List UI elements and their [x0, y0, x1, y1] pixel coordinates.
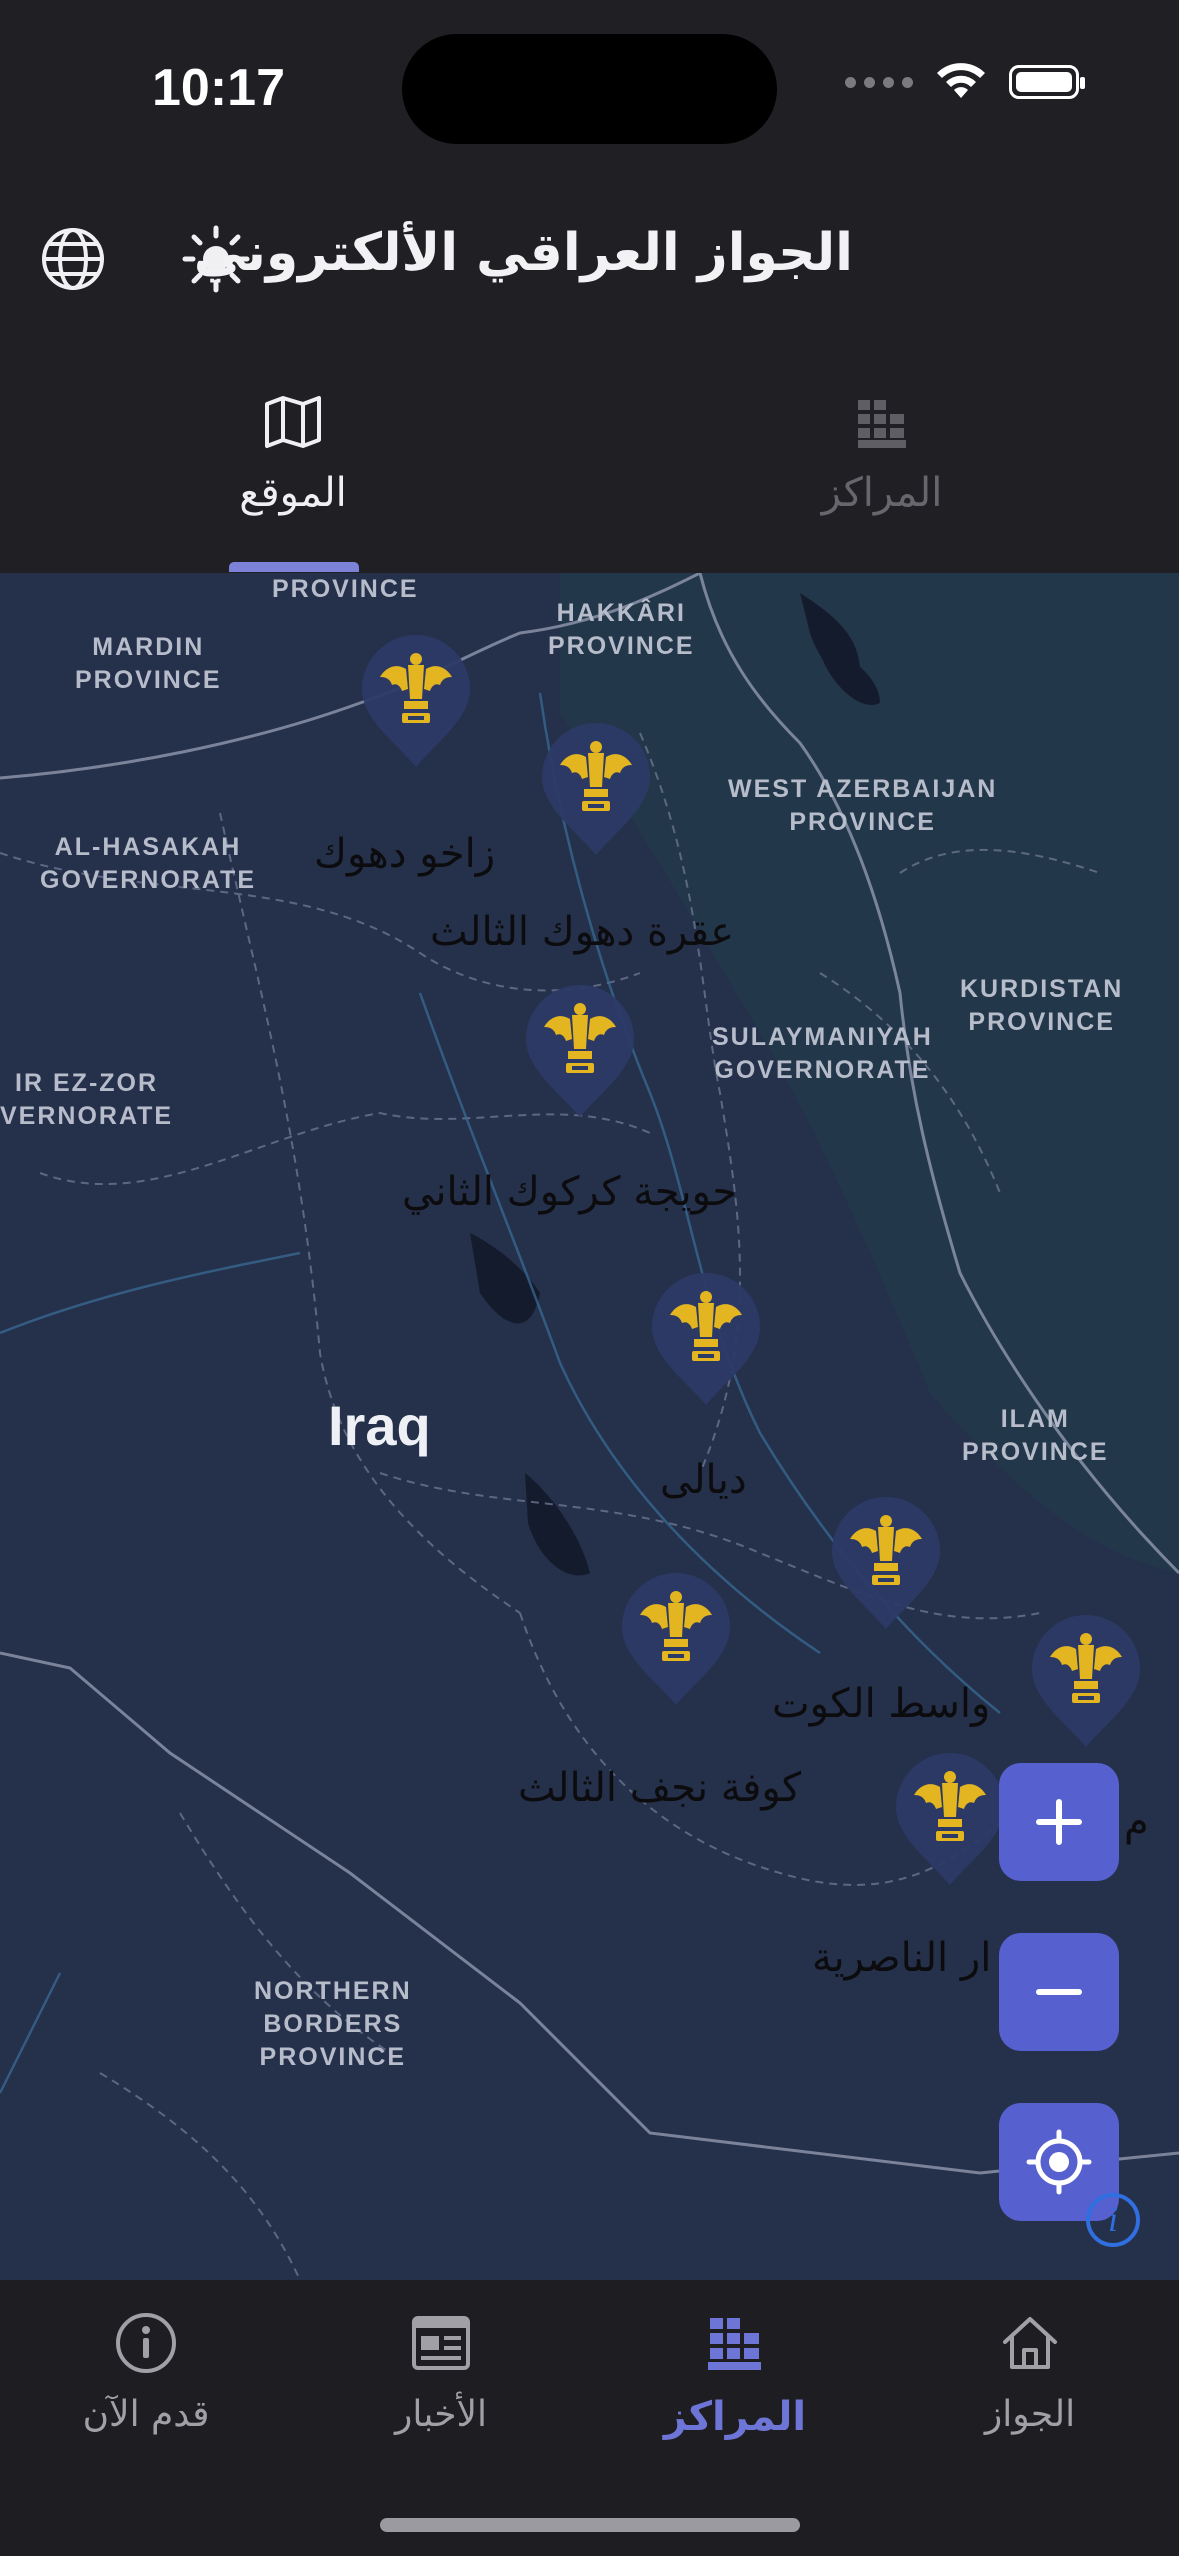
nav-centers[interactable]: المراكز	[605, 2310, 865, 2440]
region-label: KURDISTAN PROVINCE	[960, 975, 1124, 1036]
status-time: 10:17	[152, 59, 285, 117]
battery-icon	[1009, 65, 1085, 99]
status-icons	[845, 62, 1085, 102]
nav-passport[interactable]: الجواز	[900, 2310, 1160, 2435]
minus-icon	[1036, 1989, 1082, 1995]
region-label: NORTHERN BORDERS PROVINCE	[254, 1977, 412, 2071]
nav-news[interactable]: الأخبار	[311, 2310, 571, 2435]
eagle-emblem-icon	[526, 985, 634, 1117]
map-view[interactable]: PROVINCE MARDIN PROVINCE HAKKÂRI PROVINC…	[0, 573, 1179, 2280]
cellular-signal-icon	[845, 76, 913, 88]
info-icon	[116, 2313, 176, 2373]
eagle-emblem-icon	[652, 1273, 760, 1405]
center-label: عقرة دهوك الثالث	[430, 909, 735, 955]
home-indicator	[380, 2518, 800, 2532]
center-label: م	[1124, 1799, 1149, 1845]
center-label: ار الناصرية	[812, 1935, 992, 1981]
wifi-icon	[937, 63, 985, 98]
eagle-emblem-icon	[1032, 1615, 1140, 1747]
globe-icon[interactable]	[38, 224, 108, 294]
attribution-info-icon[interactable]: i	[1086, 2193, 1140, 2247]
region-label: PROVINCE	[272, 575, 419, 603]
bottom-navigation: قدم الآن الأخبار المراكز الجواز	[0, 2280, 1179, 2556]
building-icon	[858, 400, 906, 448]
center-label: كوفة نجف الثالث	[518, 1765, 802, 1811]
nav-label: الجواز	[984, 2394, 1076, 2435]
center-pin[interactable]	[826, 1495, 946, 1635]
region-label: HAKKÂRI PROVINCE	[548, 599, 695, 660]
eagle-emblem-icon	[542, 723, 650, 855]
building-icon	[708, 2318, 761, 2370]
center-pin[interactable]	[536, 721, 656, 861]
nav-apply-now[interactable]: قدم الآن	[16, 2310, 276, 2435]
nav-label: المراكز	[663, 2394, 807, 2440]
center-pin[interactable]	[1026, 1613, 1146, 1753]
center-label: حويجة كركوك الثاني	[402, 1169, 738, 1215]
region-label: MARDIN PROVINCE	[75, 633, 222, 694]
map-icon	[265, 396, 321, 448]
tab-indicator	[229, 562, 359, 572]
region-label: WEST AZERBAIJAN PROVINCE	[728, 775, 998, 836]
tab-label: المراكز	[821, 470, 943, 516]
nav-label: قدم الآن	[82, 2394, 210, 2435]
center-pin[interactable]	[890, 1751, 1010, 1891]
center-pin[interactable]	[356, 633, 476, 773]
home-icon	[1003, 2317, 1057, 2369]
eagle-emblem-icon	[896, 1753, 1004, 1885]
tab-centers[interactable]: المراكز	[732, 390, 1032, 516]
center-label: واسط الكوت	[772, 1681, 991, 1727]
region-label: ILAM PROVINCE	[962, 1405, 1109, 1466]
plus-icon	[1036, 1799, 1082, 1845]
zoom-out-button[interactable]	[999, 1933, 1119, 2051]
newspaper-icon	[412, 2316, 470, 2370]
tab-location[interactable]: الموقع	[143, 390, 443, 516]
region-label: AL-HASAKAH GOVERNORATE	[40, 833, 256, 894]
locate-icon	[1026, 2129, 1092, 2195]
eagle-emblem-icon	[832, 1497, 940, 1629]
region-label: SULAYMANIYAH GOVERNORATE	[712, 1023, 933, 1084]
eagle-emblem-icon	[362, 635, 470, 767]
tab-label: الموقع	[239, 470, 347, 516]
center-pin[interactable]	[646, 1271, 766, 1411]
country-label: Iraq	[328, 1394, 431, 1457]
center-label: ديالى	[660, 1457, 747, 1503]
center-pin[interactable]	[520, 983, 640, 1123]
center-label: زاخو دهوك	[314, 831, 496, 877]
nav-label: الأخبار	[394, 2394, 487, 2435]
region-label: IR EZ-ZOR VERNORATE	[0, 1069, 174, 1130]
app-title: الجواز العراقي الألكتروني	[193, 223, 853, 283]
zoom-in-button[interactable]	[999, 1763, 1119, 1881]
top-app-bar: 10:17 الجواز العراقي الألكتروني الموقع ا…	[0, 0, 1179, 573]
dynamic-island	[402, 34, 777, 144]
eagle-emblem-icon	[622, 1573, 730, 1705]
center-pin[interactable]	[616, 1571, 736, 1711]
